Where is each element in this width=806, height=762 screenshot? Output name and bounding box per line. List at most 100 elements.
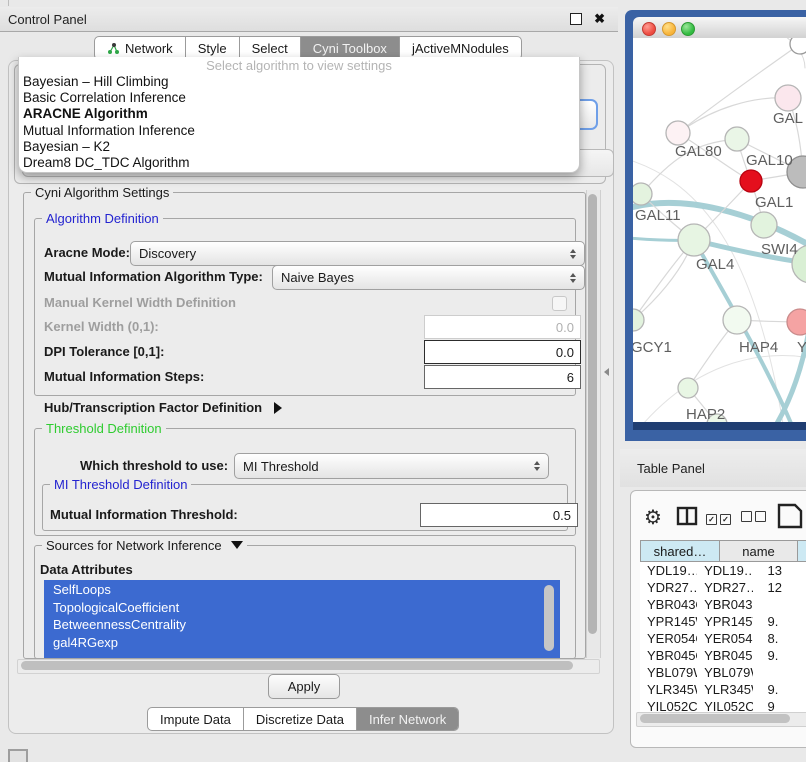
table-row[interactable]: YDL19…YDL19…13 — [640, 562, 806, 579]
network-node[interactable] — [678, 224, 710, 256]
network-node[interactable] — [751, 212, 777, 238]
network-node[interactable] — [678, 378, 698, 398]
aracne-mode-combo[interactable]: Discovery — [130, 241, 585, 266]
table-cell: YBR043C — [697, 596, 753, 613]
tab-select-label: Select — [252, 41, 288, 56]
table-row[interactable]: YDR27…YDR27…12 — [640, 579, 806, 596]
node-label: GAL4 — [696, 256, 734, 273]
node-table[interactable]: YDL19…YDL19…13YDR27…YDR27…12YBR043CYBR04… — [640, 562, 806, 712]
table-cell: YBR043C — [640, 596, 697, 613]
table-cell: YLR345W — [640, 681, 697, 698]
algorithm-option[interactable]: ARACNE Algorithm — [19, 106, 579, 122]
tab-style-label: Style — [198, 41, 227, 56]
tab-network[interactable]: Network — [95, 37, 186, 59]
table-row[interactable]: YLR345WYLR345W9. — [640, 681, 806, 698]
network-node[interactable] — [775, 85, 801, 111]
table-row[interactable]: YBR043CYBR043C — [640, 596, 806, 613]
tab-network-label: Network — [125, 41, 173, 56]
column-header-name[interactable]: name — [720, 540, 798, 562]
table-row[interactable]: YBL079WYBL079W — [640, 664, 806, 681]
mi-steps-field[interactable]: 6 — [424, 365, 581, 389]
panel-divider-grip[interactable] — [604, 368, 609, 376]
panel-title: Control Panel — [8, 12, 87, 27]
float-panel-icon[interactable] — [570, 13, 582, 25]
mit-field[interactable]: 0.5 — [420, 503, 578, 527]
table-row[interactable]: YIL052CYIL052C9 — [640, 698, 806, 712]
which-threshold-combo[interactable]: MI Threshold — [234, 453, 549, 479]
tab-style[interactable]: Style — [186, 37, 240, 59]
cyni-algorithm-settings-title: Cyni Algorithm Settings — [31, 185, 173, 200]
attribute-item[interactable]: BetweennessCentrality — [45, 616, 559, 634]
close-window-icon[interactable] — [642, 22, 656, 36]
tab-jactivemnodules[interactable]: jActiveMNodules — [400, 37, 521, 59]
node-label: GAL10 — [746, 152, 793, 169]
settings-hscroll-thumb[interactable] — [21, 661, 573, 670]
table-panel-titlebar: Table Panel — [620, 449, 806, 487]
close-panel-icon[interactable]: ✖ — [594, 11, 605, 27]
network-node[interactable] — [787, 309, 806, 335]
kernel-width-field[interactable]: 0.0 — [424, 315, 581, 339]
threshold-definition-title: Threshold Definition — [42, 421, 166, 436]
deselect-all-icon[interactable] — [741, 510, 769, 525]
node-label: GAL — [773, 110, 803, 127]
data-attributes-label: Data Attributes — [40, 562, 133, 577]
apply-button[interactable]: Apply — [268, 674, 340, 699]
gear-icon[interactable]: ⚙ — [644, 505, 662, 530]
sources-title[interactable]: Sources for Network Inference — [42, 538, 247, 553]
mit-label: Mutual Information Threshold: — [50, 507, 238, 522]
tab-cyni-toolbox[interactable]: Cyni Toolbox — [301, 37, 400, 59]
table-cell: YDR27… — [697, 579, 753, 596]
attribute-item[interactable]: TopologicalCoefficient — [45, 599, 559, 617]
table-header-row: shared… name A — [640, 540, 806, 562]
mi-type-combo[interactable]: Naive Bayes — [272, 265, 585, 290]
table-row[interactable]: YBR045CYBR045C9. — [640, 647, 806, 664]
network-window-titlebar[interactable] — [633, 17, 806, 39]
hub-definition-toggle[interactable]: Hub/Transcription Factor Definition — [44, 400, 282, 415]
attribute-item[interactable]: gal4RGexp — [45, 634, 559, 652]
algorithm-option[interactable]: Bayesian – Hill Climbing — [19, 74, 579, 90]
algorithm-option[interactable]: Dream8 DC_TDC Algorithm — [19, 155, 579, 171]
dpi-tolerance-field[interactable]: 0.0 — [424, 340, 581, 364]
attribute-item[interactable]: SelfLoops — [45, 581, 559, 599]
table-hscroll-thumb[interactable] — [640, 714, 790, 723]
tab-impute-data[interactable]: Impute Data — [148, 708, 244, 730]
table-row[interactable]: YER054CYER054C8. — [640, 630, 806, 647]
algorithm-option[interactable]: Mutual Information Inference — [19, 123, 579, 139]
tab-select[interactable]: Select — [240, 37, 301, 59]
settings-vscroll-thumb[interactable] — [588, 194, 597, 634]
network-node[interactable] — [740, 170, 762, 192]
columns-icon[interactable] — [676, 506, 698, 526]
table-cell: 9. — [753, 647, 806, 664]
data-attributes-list[interactable]: SelfLoopsTopologicalCoefficientBetweenne… — [44, 580, 560, 658]
table-cell: YDL19… — [697, 562, 753, 579]
select-all-icon[interactable]: ✓✓ — [706, 510, 734, 525]
table-row[interactable]: YPR145WYPR145W9. — [640, 613, 806, 630]
document-icon[interactable] — [777, 503, 806, 529]
network-node[interactable] — [666, 121, 690, 145]
tab-infer-network[interactable]: Infer Network — [357, 708, 458, 730]
zoom-window-icon[interactable] — [681, 22, 695, 36]
attributes-list-scrollbar[interactable] — [544, 585, 554, 651]
table-cell: YER054C — [697, 630, 753, 647]
algorithm-option[interactable]: Basic Correlation Inference — [19, 90, 579, 106]
manual-kernel-label: Manual Kernel Width Definition — [44, 295, 236, 310]
network-node[interactable] — [725, 127, 749, 151]
network-node[interactable] — [790, 38, 806, 54]
manual-kernel-checkbox[interactable] — [552, 296, 567, 311]
column-header-shared[interactable]: shared… — [640, 540, 720, 562]
minimized-panel-icon[interactable] — [8, 749, 28, 762]
tab-discretize-data[interactable]: Discretize Data — [244, 708, 357, 730]
network-canvas[interactable]: GALGAL80GAL10GAL1GAL11SWI4GAL4GCY1HAP4YH… — [633, 38, 806, 422]
network-node[interactable] — [723, 306, 751, 334]
node-label: GAL80 — [675, 143, 722, 160]
algorithm-option[interactable]: Bayesian – K2 — [19, 139, 579, 155]
network-node[interactable] — [633, 183, 652, 205]
aracne-mode-label: Aracne Mode: — [44, 245, 130, 260]
table-cell: YBR045C — [640, 647, 697, 664]
apply-button-label: Apply — [288, 679, 321, 694]
column-header-third[interactable]: A — [798, 540, 806, 562]
table-cell — [753, 596, 806, 613]
minimize-window-icon[interactable] — [662, 22, 676, 36]
collapsed-arrow-icon — [274, 402, 282, 414]
network-graph: GALGAL80GAL10GAL1GAL11SWI4GAL4GCY1HAP4YH… — [633, 38, 806, 422]
